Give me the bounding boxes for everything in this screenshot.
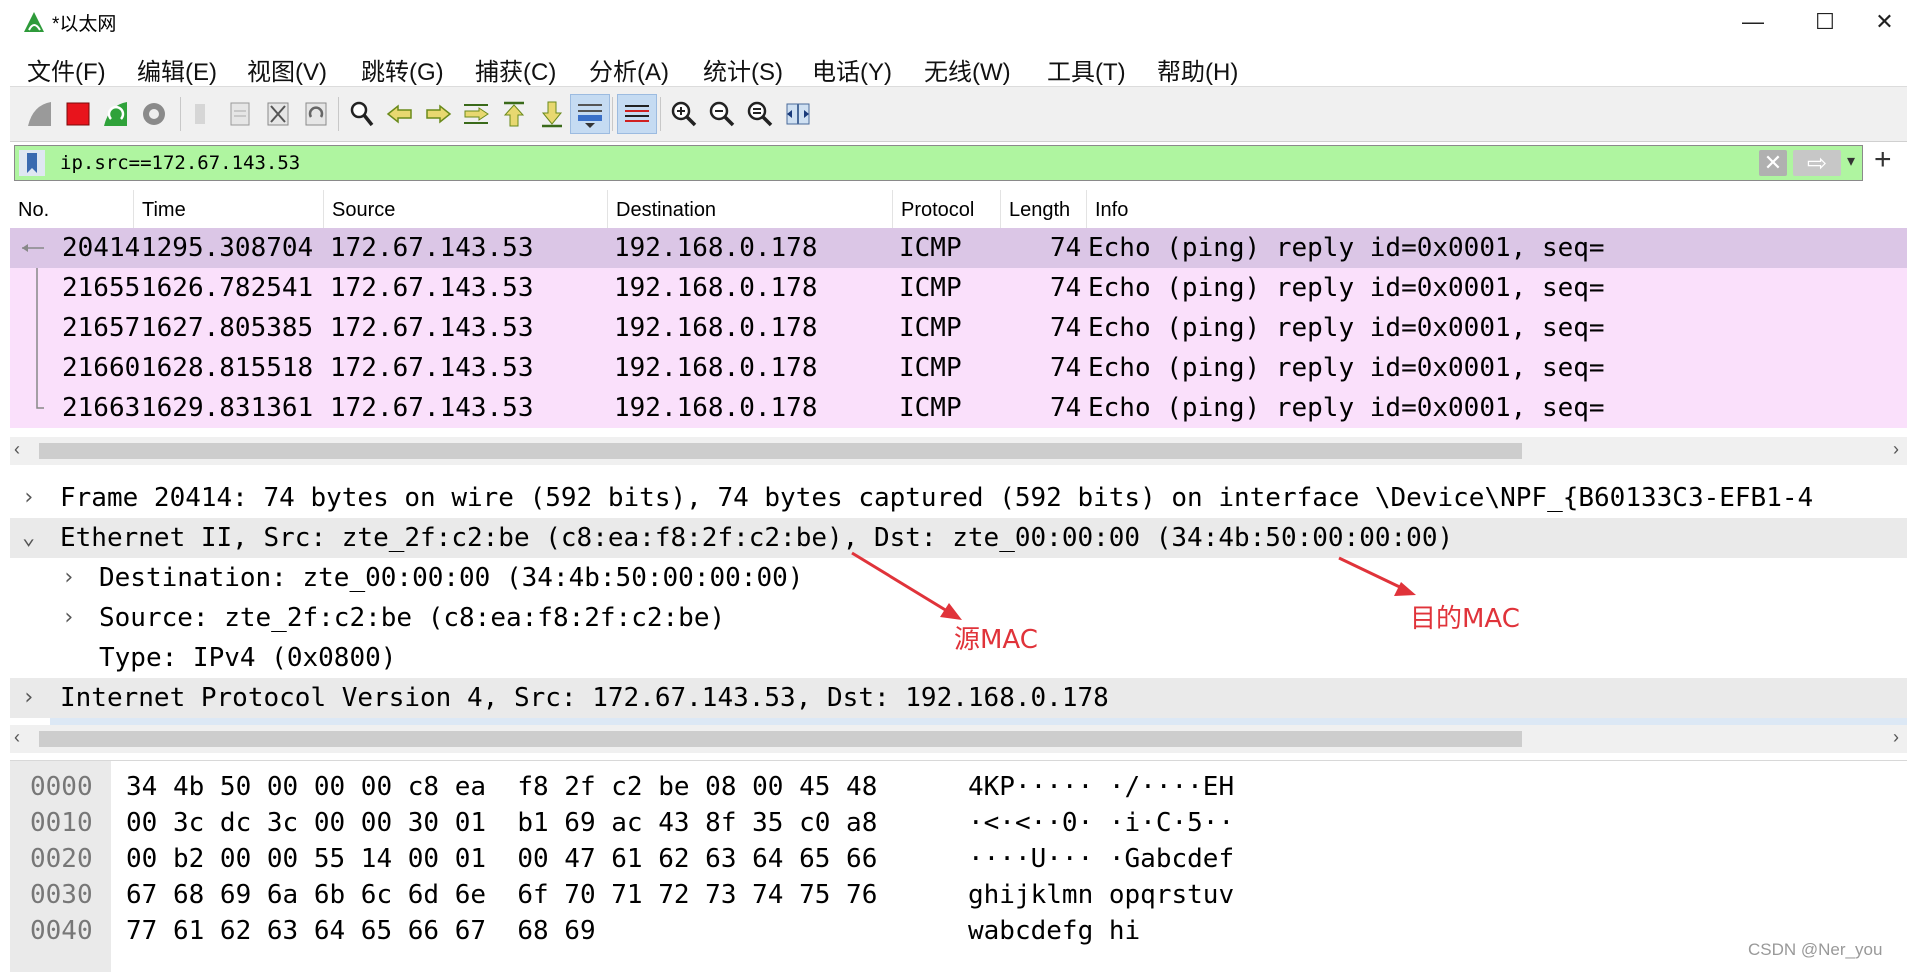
byte-hex-row[interactable]: 00 3c dc 3c 00 00 30 01 b1 69 ac 43 8f 3… (126, 805, 877, 841)
byte-offset: 0040 (30, 916, 93, 946)
annotation-destination-mac: 目的MAC (1410, 604, 1520, 634)
byte-ascii-row[interactable]: ····U··· ·Gabcdef (968, 841, 1234, 877)
byte-offset: 0030 (30, 880, 93, 910)
byte-ascii-row[interactable]: ghijklmn opqrstuv (968, 877, 1234, 913)
byte-offset: 0010 (30, 808, 93, 838)
byte-offset: 0020 (30, 844, 93, 874)
byte-ascii-row[interactable]: 4KP····· ·/····EH (968, 769, 1234, 805)
byte-hex-row[interactable]: 67 68 69 6a 6b 6c 6d 6e 6f 70 71 72 73 7… (126, 877, 877, 913)
scroll-right-icon[interactable]: › (1893, 727, 1899, 748)
scroll-left-icon[interactable]: ‹ (14, 727, 20, 748)
annotation-source-mac: 源MAC (954, 625, 1038, 655)
byte-ascii-row[interactable]: ·<·<··0· ·i·C·5·· (968, 805, 1234, 841)
byte-hex-row[interactable]: 34 4b 50 00 00 00 c8 ea f8 2f c2 be 08 0… (126, 769, 877, 805)
details-horizontal-scrollbar[interactable]: ‹ › (10, 725, 1907, 753)
scrollbar-thumb[interactable] (39, 731, 1522, 747)
byte-ascii-row[interactable]: wabcdefg hi (968, 913, 1140, 949)
watermark: CSDN @Ner_you (1748, 940, 1883, 959)
byte-offset: 0000 (30, 772, 93, 802)
packet-bytes: 0000 0010 0020 0030 0040 34 4b 50 00 00 … (10, 760, 1907, 972)
byte-hex-row[interactable]: 00 b2 00 00 55 14 00 01 00 47 61 62 63 6… (126, 841, 877, 877)
byte-hex-row[interactable]: 77 61 62 63 64 65 66 67 68 69 (126, 913, 596, 949)
